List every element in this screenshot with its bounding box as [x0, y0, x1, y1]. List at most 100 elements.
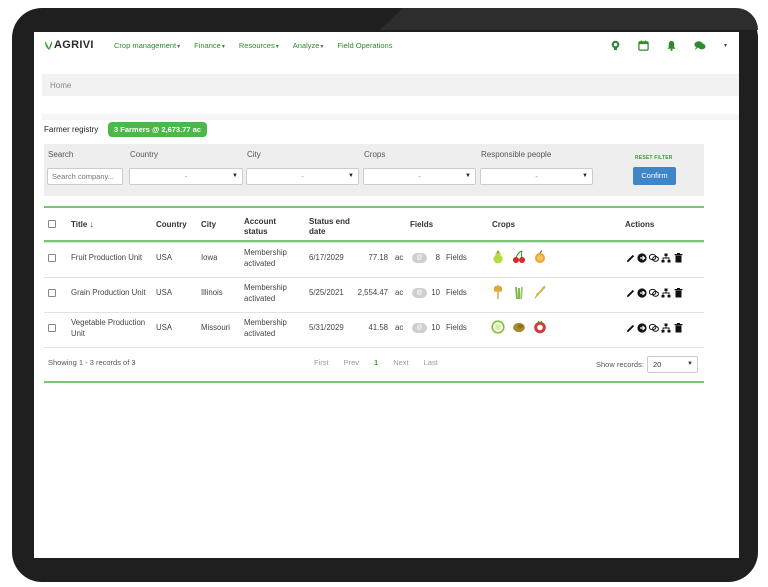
comments-icon[interactable]: [649, 288, 659, 298]
navigate-icon[interactable]: [637, 288, 647, 298]
table-bottom-border: [44, 381, 704, 383]
table-row[interactable]: Vegetable Production Unit USA Missouri M…: [44, 312, 704, 347]
chat-icon[interactable]: [694, 39, 706, 51]
row-status-end-date: 5/31/2029: [309, 323, 344, 332]
header-fields[interactable]: Fields: [410, 220, 433, 230]
pager-next[interactable]: Next: [393, 358, 408, 367]
hierarchy-icon[interactable]: [661, 253, 671, 263]
select-all-checkbox[interactable]: [48, 220, 56, 228]
nav-finance[interactable]: Finance▾: [194, 41, 225, 50]
row-fields-label: Fields: [446, 323, 467, 332]
table-footer: Showing 1 - 3 records of 3 First Prev 1 …: [44, 347, 704, 381]
nav-field-operations-label: Field Operations: [337, 41, 393, 50]
nav-finance-label: Finance: [194, 41, 221, 50]
fields-map-icon[interactable]: @: [412, 253, 427, 263]
row-area: 2,554.47: [357, 288, 388, 297]
filter-panel: Search Country -▼ City -▼ Crops -▼ Respo…: [44, 144, 704, 196]
pager-last[interactable]: Last: [424, 358, 438, 367]
dropdown-caret-icon: ▾: [177, 44, 181, 50]
header-status-end-date[interactable]: Status end date: [309, 217, 359, 237]
city-select-value: -: [301, 172, 304, 181]
fields-map-icon[interactable]: @: [412, 323, 427, 333]
row-country: USA: [156, 288, 173, 297]
calendar-icon[interactable]: [638, 39, 650, 51]
table-row[interactable]: Grain Production Unit USA Illinois Membe…: [44, 277, 704, 312]
row-title[interactable]: Fruit Production Unit: [71, 252, 142, 263]
delete-icon[interactable]: [673, 288, 683, 298]
comments-icon[interactable]: [649, 253, 659, 263]
nav-field-operations[interactable]: Field Operations: [337, 41, 392, 50]
orange-icon: [535, 250, 545, 263]
tablet-frame-highlight: [380, 8, 758, 30]
search-input[interactable]: [47, 168, 123, 185]
responsible-people-select-value: -: [535, 172, 538, 181]
brand-logo[interactable]: AGRIVI: [44, 39, 94, 51]
row-checkbox[interactable]: [48, 289, 56, 297]
country-label: Country: [130, 150, 159, 159]
row-title[interactable]: Grain Production Unit: [71, 287, 146, 298]
hierarchy-icon[interactable]: [661, 323, 671, 333]
row-account-status: Membership activated: [244, 318, 287, 338]
nav-crop-management[interactable]: Crop management▾: [114, 41, 180, 50]
edit-icon[interactable]: [625, 288, 635, 298]
search-label: Search: [48, 150, 74, 159]
section-divider: [42, 114, 739, 120]
delete-icon[interactable]: [673, 253, 683, 263]
leaf-logo-icon: [44, 40, 53, 50]
country-select[interactable]: - ▼: [129, 168, 243, 185]
rye-icon: [534, 285, 546, 299]
city-select[interactable]: - ▼: [246, 168, 359, 185]
header-title[interactable]: Title ↓: [71, 220, 94, 230]
potato-icon: [513, 322, 525, 333]
bell-icon[interactable]: [666, 39, 678, 51]
hierarchy-icon[interactable]: [661, 288, 671, 298]
row-area: 77.18: [368, 253, 388, 262]
crops-select[interactable]: - ▼: [363, 168, 476, 185]
delete-icon[interactable]: [673, 323, 683, 333]
responsible-people-select[interactable]: - ▼: [480, 168, 593, 185]
dropdown-caret-icon: ▾: [221, 44, 225, 50]
row-actions: [625, 253, 685, 263]
fields-map-icon[interactable]: @: [412, 288, 427, 298]
confirm-button[interactable]: Confirm: [633, 167, 676, 185]
nav-spacer: [34, 60, 739, 74]
header-crops[interactable]: Crops: [492, 220, 515, 230]
breadcrumb-home[interactable]: Home: [50, 81, 71, 90]
responsible-people-label: Responsible people: [481, 150, 552, 159]
row-city: Illinois: [201, 288, 223, 297]
comments-icon[interactable]: [649, 323, 659, 333]
farmer-registry-label: Farmer registry: [44, 125, 99, 134]
pager-first[interactable]: First: [314, 358, 329, 367]
row-country: USA: [156, 253, 173, 262]
nav-resources[interactable]: Resources▾: [239, 41, 279, 50]
farmers-table: Title ↓ Country City Account status Stat…: [44, 206, 704, 383]
account-menu-caret-icon[interactable]: ▾: [724, 42, 727, 49]
pagination: First Prev 1 Next Last: [314, 358, 453, 367]
header-city[interactable]: City: [201, 220, 216, 230]
pager-current-page[interactable]: 1: [374, 358, 378, 367]
lightbulb-icon[interactable]: [610, 39, 622, 51]
row-checkbox[interactable]: [48, 254, 56, 262]
row-title[interactable]: Vegetable Production Unit: [71, 317, 151, 339]
row-checkbox[interactable]: [48, 324, 56, 332]
edit-icon[interactable]: [625, 323, 635, 333]
navigate-icon[interactable]: [637, 323, 647, 333]
pager-prev[interactable]: Prev: [344, 358, 359, 367]
table-row[interactable]: Fruit Production Unit USA Iowa Membershi…: [44, 242, 704, 277]
edit-icon[interactable]: [625, 253, 635, 263]
country-select-value: -: [184, 172, 188, 181]
row-actions: [625, 288, 685, 298]
crops-select-value: -: [418, 172, 421, 181]
main-menu: Crop management▾ Finance▾ Resources▾ Ana…: [114, 41, 406, 50]
header-account-status[interactable]: Account status: [244, 217, 294, 237]
farmers-count-badge: 3 Farmers @ 2,673.77 ac: [108, 122, 207, 137]
nav-analyze[interactable]: Analyze▾: [293, 41, 324, 50]
app-screen: AGRIVI Crop management▾ Finance▾ Resourc…: [34, 32, 739, 558]
select-arrow-icon: ▼: [582, 173, 588, 179]
records-per-page-select[interactable]: 20 ▼: [647, 356, 698, 373]
header-country[interactable]: Country: [156, 220, 187, 230]
wheat-icon: [493, 285, 503, 299]
nav-icon-group: ▾: [594, 39, 727, 51]
navigate-icon[interactable]: [637, 253, 647, 263]
reset-filter-link[interactable]: RESET FILTER: [635, 155, 673, 161]
